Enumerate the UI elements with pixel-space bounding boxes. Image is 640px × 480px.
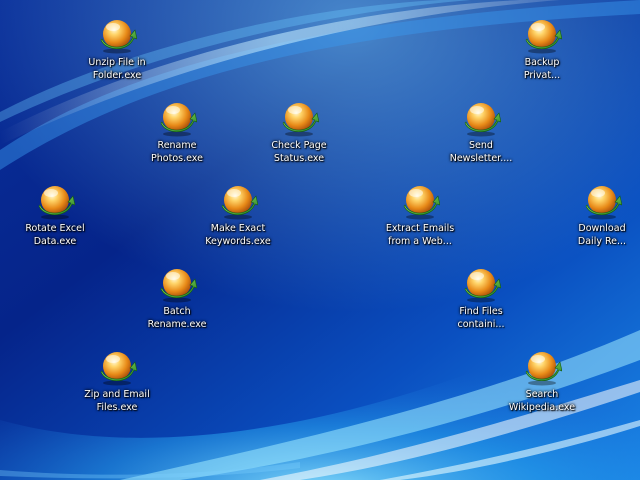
desktop-icon-send-newsletter[interactable]: Send Newsletter.... bbox=[436, 96, 526, 165]
app-orb-icon bbox=[97, 347, 137, 387]
app-orb-icon bbox=[582, 181, 622, 221]
desktop-icon-label: Rename Photos.exe bbox=[151, 140, 203, 164]
desktop-icon-label: Check Page Status.exe bbox=[271, 140, 327, 164]
desktop-icon-label: Send Newsletter.... bbox=[449, 140, 513, 164]
desktop-icon-backup-privat[interactable]: Backup Privat... bbox=[497, 13, 587, 82]
app-orb-icon bbox=[400, 181, 440, 221]
app-orb-icon bbox=[157, 264, 197, 304]
app-orb-icon bbox=[461, 264, 501, 304]
desktop-icon-download-daily-re[interactable]: Download Daily Re... bbox=[557, 179, 640, 248]
desktop-icon-label: Unzip File in Folder.exe bbox=[88, 57, 146, 81]
desktop[interactable]: Unzip File in Folder.exe Backup Privat..… bbox=[0, 0, 640, 480]
app-orb-icon bbox=[522, 347, 562, 387]
desktop-icon-unzip-file-in-folder[interactable]: Unzip File in Folder.exe bbox=[72, 13, 162, 82]
desktop-icon-extract-emails[interactable]: Extract Emails from a Web... bbox=[375, 179, 465, 248]
desktop-icon-label: Make Exact Keywords.exe bbox=[205, 223, 271, 247]
desktop-icon-batch-rename[interactable]: Batch Rename.exe bbox=[132, 262, 222, 331]
desktop-icon-label: Download Daily Re... bbox=[577, 223, 627, 247]
desktop-icon-rename-photos[interactable]: Rename Photos.exe bbox=[132, 96, 222, 165]
app-orb-icon bbox=[279, 98, 319, 138]
app-orb-icon bbox=[35, 181, 75, 221]
desktop-icon-label: Find Files containi... bbox=[457, 306, 505, 330]
desktop-icon-find-files[interactable]: Find Files containi... bbox=[436, 262, 526, 331]
desktop-icon-rotate-excel-data[interactable]: Rotate Excel Data.exe bbox=[10, 179, 100, 248]
app-orb-icon bbox=[218, 181, 258, 221]
desktop-icon-label: Rotate Excel Data.exe bbox=[25, 223, 85, 247]
desktop-icon-search-wikipedia[interactable]: Search Wikipedia.exe bbox=[497, 345, 587, 414]
desktop-icon-check-page-status[interactable]: Check Page Status.exe bbox=[254, 96, 344, 165]
desktop-icon-label: Search Wikipedia.exe bbox=[508, 389, 576, 413]
desktop-icon-label: Zip and Email Files.exe bbox=[84, 389, 150, 413]
app-orb-icon bbox=[157, 98, 197, 138]
app-orb-icon bbox=[461, 98, 501, 138]
desktop-icon-zip-and-email-files[interactable]: Zip and Email Files.exe bbox=[72, 345, 162, 414]
desktop-icon-label: Batch Rename.exe bbox=[147, 306, 207, 330]
desktop-icon-label: Extract Emails from a Web... bbox=[385, 223, 455, 247]
desktop-icon-make-exact-keywords[interactable]: Make Exact Keywords.exe bbox=[193, 179, 283, 248]
app-orb-icon bbox=[97, 15, 137, 55]
desktop-icon-label: Backup Privat... bbox=[523, 57, 561, 81]
app-orb-icon bbox=[522, 15, 562, 55]
